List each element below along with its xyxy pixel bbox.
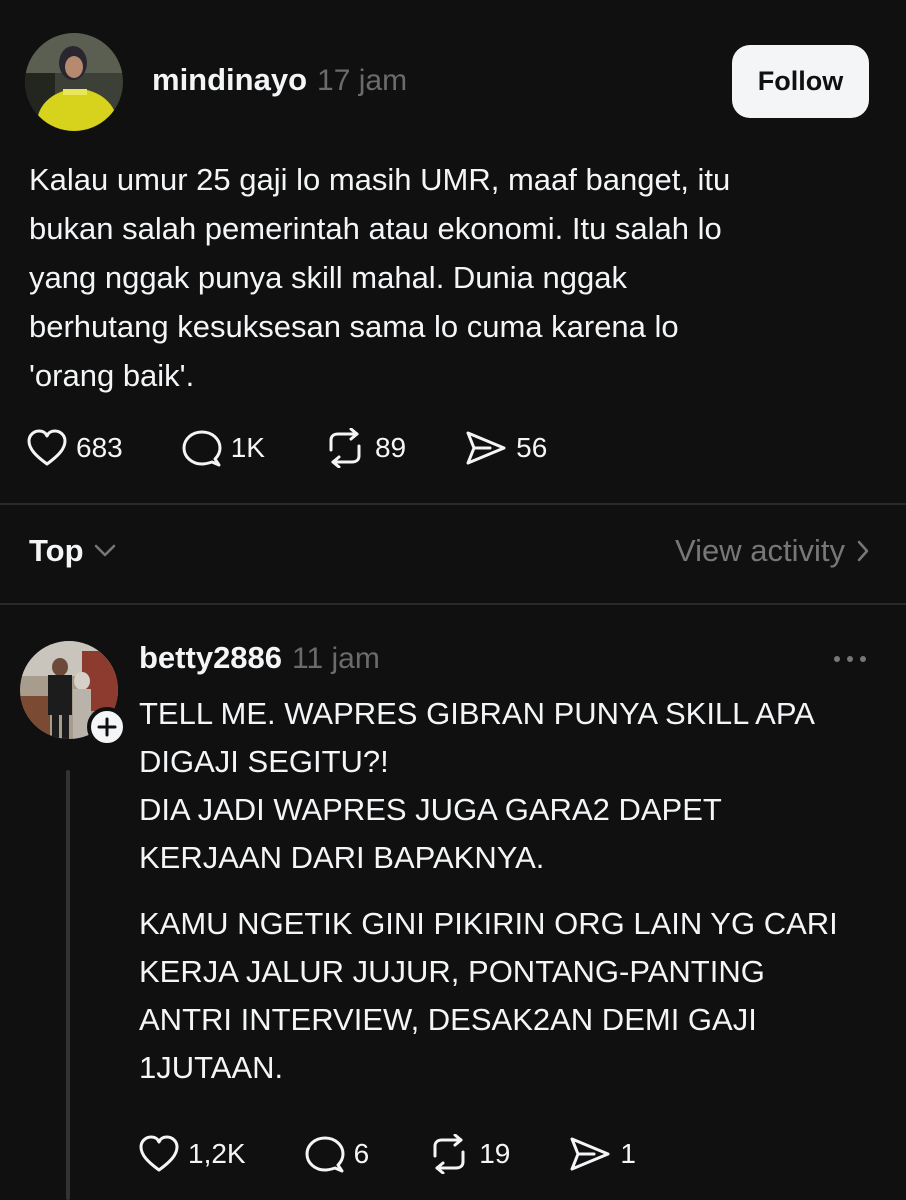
post-comment-count: 1K [230,432,265,463]
reply-paragraph: TELL ME. WAPRES GIBRAN PUNYA SKILL APA D… [139,690,879,882]
ellipsis-icon [834,656,866,662]
thread-line [66,770,70,1200]
sort-label: Top [29,533,84,568]
post-text: Kalau umur 25 gaji lo masih UMR, maaf ba… [29,155,869,400]
reply-text-line: DIA JADI WAPRES JUGA GARA2 DAPET [139,792,722,827]
post-text-line: 'orang baik'. [29,358,195,393]
post-repost-button[interactable]: 89 [323,428,406,468]
reply-text-line: KAMU NGETIK GINI PIKIRIN ORG LAIN YG CAR… [139,906,838,941]
post-comment-button[interactable]: 1K [181,428,265,468]
speech-bubble-icon [305,1136,345,1173]
repost-arrows-icon [329,428,361,468]
post-like-count: 683 [76,432,123,463]
view-activity-label: View activity [675,533,845,568]
post-share-count: 56 [516,432,548,463]
reply-like-count: 1,2K [188,1138,246,1169]
reply-comment-count: 6 [353,1138,370,1169]
sort-dropdown[interactable]: Top [29,533,116,569]
reply-text-line: TELL ME. WAPRES GIBRAN PUNYA SKILL APA [139,696,815,731]
replies-sort-bar: Top View activity [29,533,869,577]
reply-text-line: 1JUTAAN. [139,1050,284,1085]
post-header: mindinayo 17 jam [152,62,407,102]
paper-plane-icon [570,1137,610,1171]
post-share-button[interactable]: 56 [464,428,547,468]
paper-plane-icon [466,431,506,465]
view-activity-link[interactable]: View activity [675,533,869,569]
reply-more-button[interactable] [832,650,868,668]
plus-icon [97,717,117,737]
reply-comment-button[interactable]: 6 [304,1134,370,1174]
chevron-right-icon [857,540,869,562]
reply-repost-button[interactable]: 19 [427,1134,510,1174]
post-text-line: bukan salah pemerintah atau ekonomi. Itu… [29,211,722,246]
post-username[interactable]: mindinayo [152,62,307,98]
reply-paragraph: KAMU NGETIK GINI PIKIRIN ORG LAIN YG CAR… [139,900,879,1092]
reply-text-line: ANTRI INTERVIEW, DESAK2AN DEMI GAJI [139,1002,757,1037]
chevron-down-icon [94,544,115,557]
post-repost-count: 89 [374,432,407,463]
repost-arrows-icon [433,1134,465,1174]
reply-share-button[interactable]: 1 [568,1134,636,1174]
reply-like-button[interactable]: 1,2K [138,1134,246,1174]
speech-bubble-icon [182,430,222,467]
reply-text-line: KERJAAN DARI BAPAKNYA. [139,840,545,875]
reply-repost-count: 19 [479,1138,511,1169]
follow-button[interactable]: Follow [732,45,869,118]
reply-share-count: 1 [620,1138,636,1169]
reply-username[interactable]: betty2886 [139,640,282,676]
post-actions: 683 1K 89 56 [26,426,605,470]
follow-plus-button[interactable] [87,707,127,747]
reply-text: TELL ME. WAPRES GIBRAN PUNYA SKILL APA D… [139,690,879,1092]
post-like-button[interactable]: 683 [26,428,123,468]
reply-actions: 1,2K 6 19 1 [138,1132,694,1176]
post-timestamp: 17 jam [317,64,408,97]
post-author-avatar[interactable] [25,33,123,131]
heart-icon [27,429,67,466]
reply-timestamp: 11 jam [292,642,380,675]
divider [0,503,906,505]
post-text-line: Kalau umur 25 gaji lo masih UMR, maaf ba… [29,162,731,197]
reply-text-line: DIGAJI SEGITU?! [139,744,389,779]
heart-icon [139,1135,179,1172]
post-text-line: berhutang kesuksesan sama lo cuma karena… [29,309,679,344]
divider [0,603,906,605]
post-text-line: yang nggak punya skill mahal. Dunia ngga… [29,260,627,295]
reply-text-line: KERJA JALUR JUJUR, PONTANG-PANTING [139,954,765,989]
reply-header: betty2886 11 jam [139,640,380,680]
